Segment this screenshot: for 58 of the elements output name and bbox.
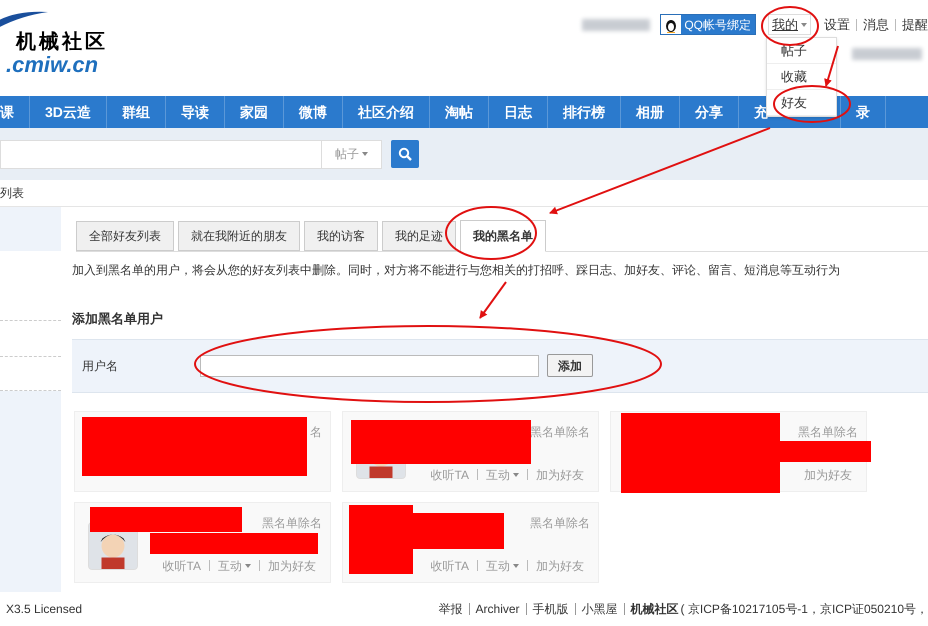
- annotation-circle: [761, 6, 819, 46]
- blurred-username: [582, 18, 650, 30]
- notice-text: 加入到黑名单的用户，将会从您的好友列表中删除。同时，对方将不能进行与您相关的打招呼、踩日志、加好友、评论、留言、短消息等互动行为: [72, 262, 841, 279]
- tab[interactable]: 我的访客: [304, 221, 378, 251]
- annotation-arrow: [824, 46, 839, 87]
- annotation-arrow: [479, 281, 507, 319]
- remove-link[interactable]: 黑名单除名: [530, 422, 590, 440]
- top-link[interactable]: 消息: [863, 14, 889, 34]
- action-link[interactable]: 收听TA: [162, 556, 201, 574]
- action-link[interactable]: 加为好友: [804, 466, 852, 484]
- caret-icon: [513, 473, 519, 478]
- remove-link[interactable]: 名: [310, 422, 322, 440]
- penguin-icon: [661, 15, 682, 34]
- action-link[interactable]: 收听TA: [430, 466, 469, 484]
- qq-bind-button[interactable]: QQ帐号绑定: [660, 14, 756, 35]
- logo-name: 机械社区: [16, 32, 109, 52]
- action-link[interactable]: 收听TA: [430, 556, 469, 574]
- footer-site-name[interactable]: 机械社区: [630, 600, 679, 618]
- top-link[interactable]: 设置: [824, 14, 850, 34]
- breadcrumb[interactable]: 列表: [0, 184, 24, 202]
- tab[interactable]: 全部好友列表: [76, 221, 174, 251]
- logo-domain: .cmiw.cn: [6, 54, 100, 76]
- search-field[interactable]: [0, 140, 322, 168]
- blurred-text: [852, 48, 922, 60]
- caret-icon: [801, 23, 807, 28]
- footer-link[interactable]: 举报: [438, 600, 463, 618]
- footer-icp[interactable]: ( 京ICP备10217105号-1，京ICP证050210号，: [680, 600, 928, 618]
- menu-item[interactable]: 帖子: [767, 38, 836, 64]
- username-label: 用户名: [82, 358, 119, 374]
- menu-item[interactable]: 好友: [767, 90, 836, 116]
- action-link[interactable]: 加为好友: [536, 556, 584, 574]
- caret-icon: [245, 564, 251, 568]
- caret-icon: [362, 152, 368, 156]
- interact-menu[interactable]: 互动: [486, 466, 519, 484]
- my-menu-toggle[interactable]: 我的: [768, 14, 811, 35]
- remove-link[interactable]: 黑名单除名: [262, 514, 322, 532]
- tab[interactable]: 我的黑名单: [460, 220, 546, 252]
- add-button[interactable]: 添加: [547, 354, 593, 377]
- footer-license: X3.5 Licensed: [6, 601, 82, 618]
- search-button[interactable]: [391, 140, 419, 168]
- tab[interactable]: 就在我附近的朋友: [178, 221, 300, 251]
- remove-link[interactable]: 黑名单除名: [798, 422, 858, 440]
- caret-icon: [513, 564, 519, 568]
- menu-item[interactable]: 收藏: [767, 64, 836, 90]
- interact-menu[interactable]: 互动: [218, 556, 251, 574]
- footer-link[interactable]: 手机版: [532, 600, 569, 618]
- interact-menu[interactable]: 互动: [486, 556, 519, 574]
- username-input[interactable]: [200, 354, 539, 376]
- action-link[interactable]: 加为好友: [536, 466, 584, 484]
- remove-link[interactable]: 黑名单除名: [530, 514, 590, 532]
- action-link[interactable]: 加为好友: [268, 556, 316, 574]
- section-title: 添加黑名单用户: [72, 310, 164, 328]
- footer-link[interactable]: Archiver: [476, 600, 520, 618]
- search-type-select[interactable]: 帖子: [322, 140, 382, 168]
- search-icon: [398, 147, 412, 161]
- top-link[interactable]: 提醒: [902, 14, 928, 34]
- footer-link[interactable]: 小黑屋: [582, 600, 618, 618]
- tab[interactable]: 我的足迹: [382, 221, 456, 251]
